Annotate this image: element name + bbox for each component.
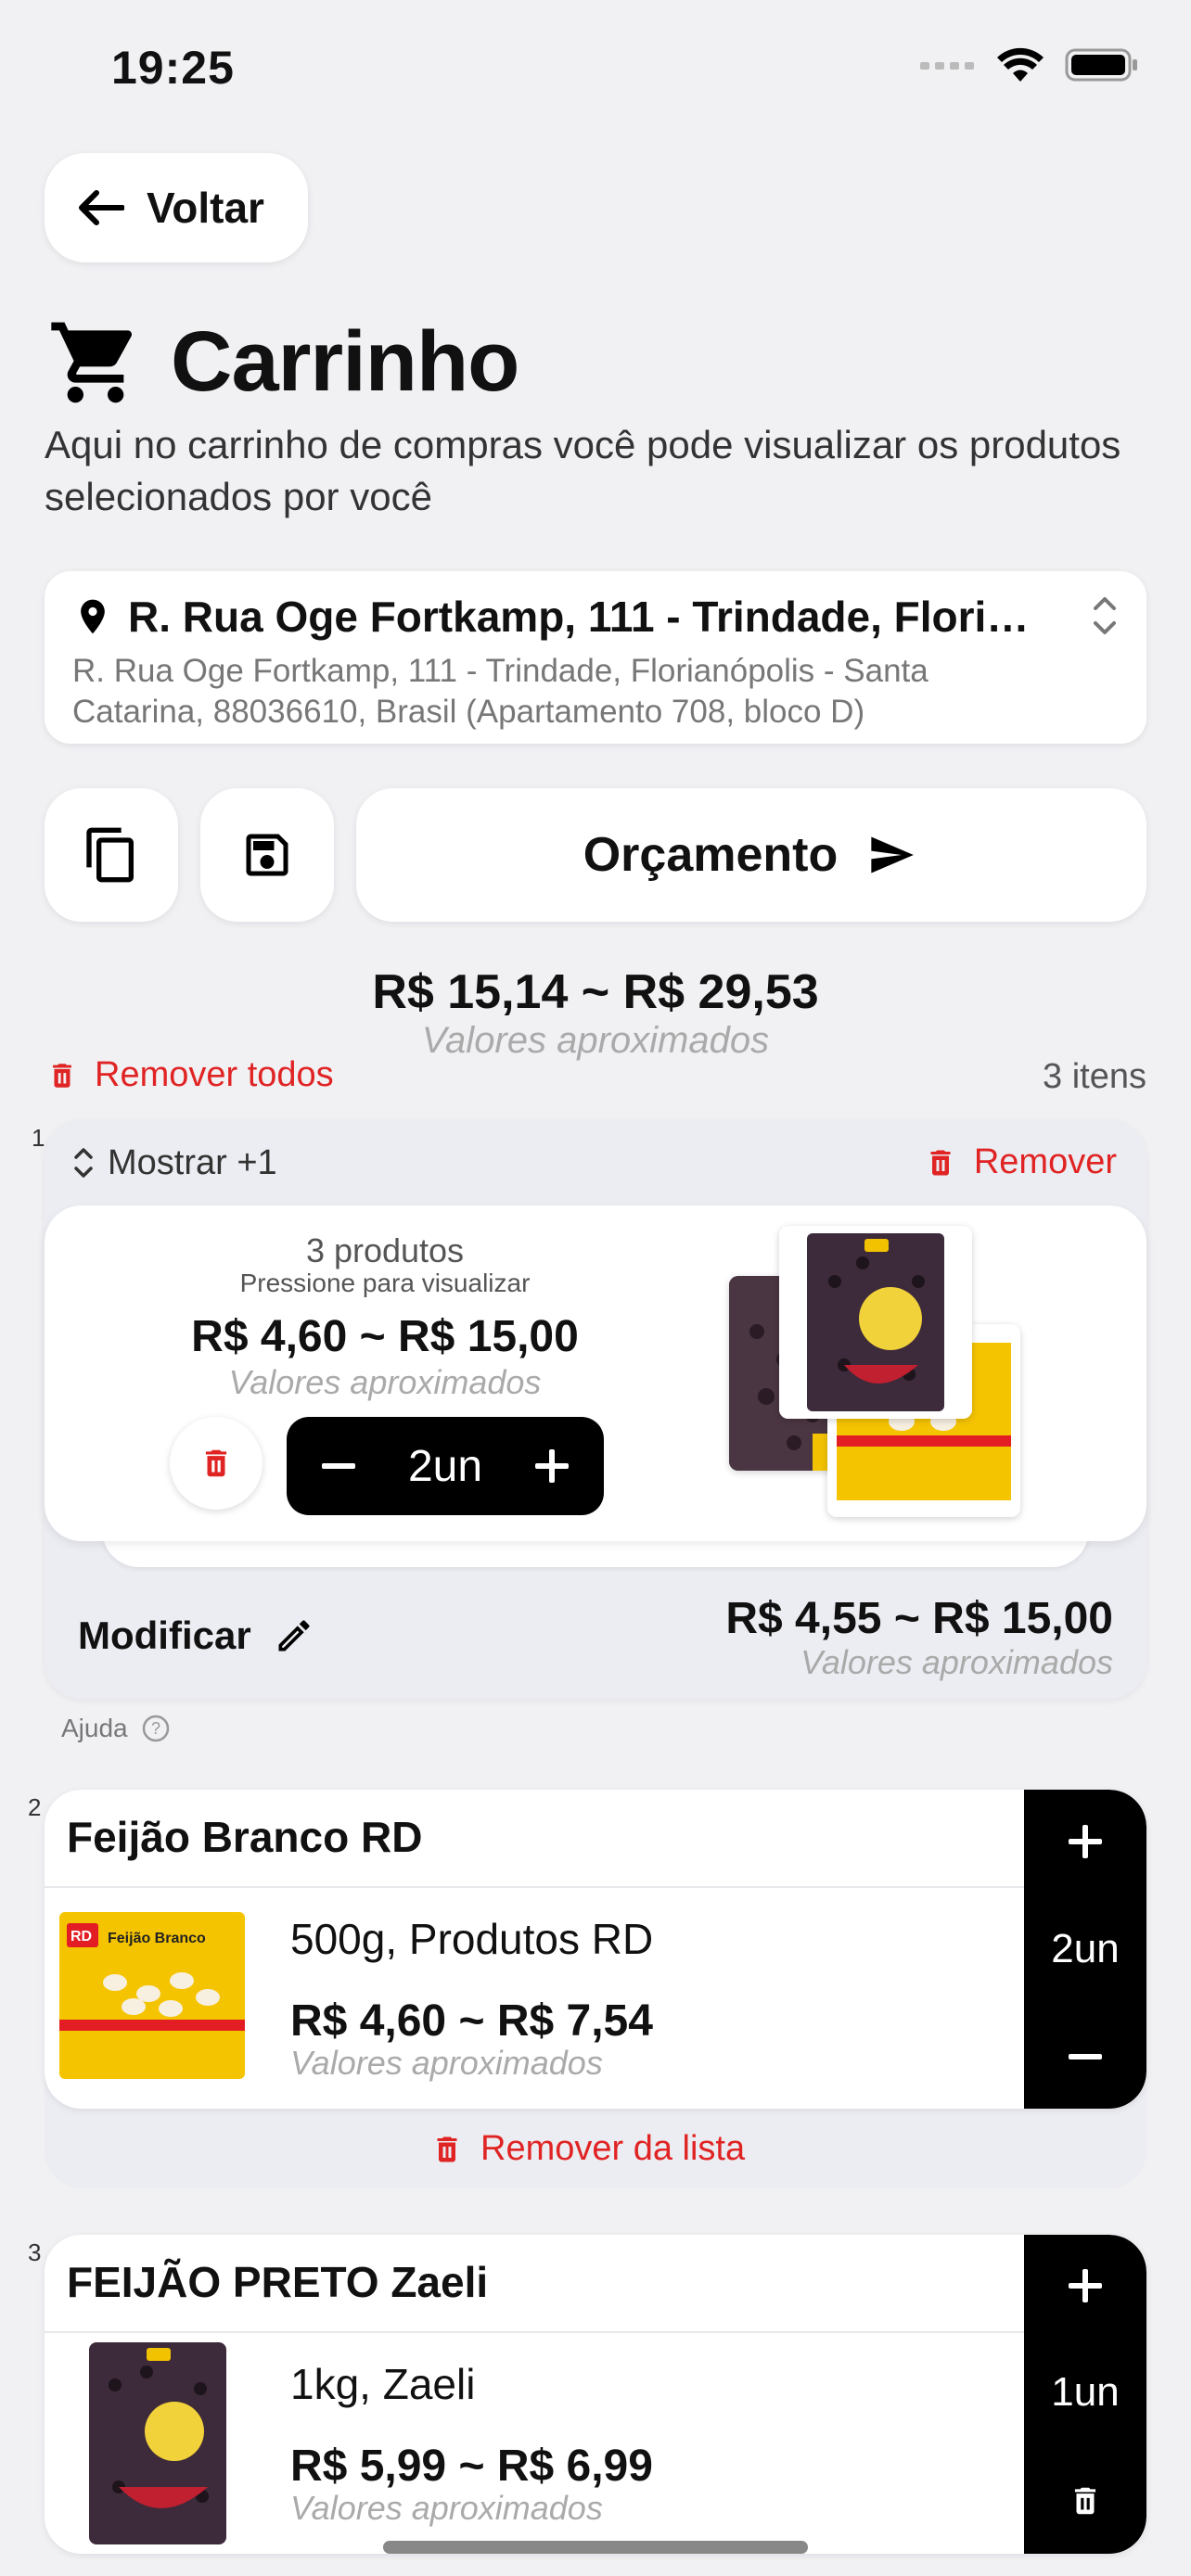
plus-icon[interactable] bbox=[533, 1447, 570, 1485]
product-card[interactable]: Feijão Branco RD RD Feijão Branco 500g, … bbox=[45, 1790, 1146, 2109]
item-index: 3 bbox=[28, 2238, 42, 2266]
trash-icon bbox=[930, 1150, 951, 1175]
modify-label: Modificar bbox=[78, 1613, 251, 1657]
remove-group-button[interactable]: Remover bbox=[924, 1142, 1117, 1182]
group-price-note: Valores aproximados bbox=[228, 1363, 542, 1401]
product-quantity: 2un bbox=[1051, 1925, 1120, 1971]
remove-group-label: Remover bbox=[973, 1142, 1117, 1181]
minus-icon[interactable] bbox=[1067, 2038, 1104, 2075]
group-total-price: R$ 4,55 ~ R$ 15,00 bbox=[725, 1594, 1113, 1643]
wifi-icon bbox=[997, 47, 1044, 82]
product-image: RD Feijão Branco bbox=[59, 1908, 245, 2085]
product-name: Feijão Branco RD bbox=[67, 1813, 423, 1861]
trash-icon bbox=[53, 1063, 71, 1088]
send-icon bbox=[871, 836, 915, 874]
product-quantity: 1un bbox=[1051, 2369, 1120, 2415]
back-arrow-icon bbox=[79, 190, 124, 225]
help-link[interactable]: Ajuda ? bbox=[61, 1714, 171, 1743]
copy-icon bbox=[86, 827, 134, 883]
total-price-range: R$ 15,14 ~ R$ 29,53 bbox=[372, 965, 819, 1019]
group-products-count: 3 produtos bbox=[305, 1231, 465, 1269]
group-delete-button[interactable] bbox=[170, 1417, 263, 1510]
group-price-range: R$ 4,60 ~ R$ 15,00 bbox=[191, 1312, 579, 1361]
product-name: FEIJÃO PRETO Zaeli bbox=[67, 2258, 489, 2306]
remove-all-label: Remover todos bbox=[95, 1055, 334, 1094]
copy-button[interactable] bbox=[45, 788, 178, 922]
cart-icon bbox=[51, 322, 133, 402]
product-price-note: Valores aproximados bbox=[290, 2489, 603, 2527]
product-card[interactable]: FEIJÃO PRETO Zaeli 1kg, Zaeli R$ 5,99 ~ … bbox=[45, 2235, 1146, 2554]
location-pin-icon bbox=[81, 599, 105, 634]
save-button[interactable] bbox=[200, 788, 334, 922]
address-title: R. Rua Oge Fortkamp, 111 - Trindade, Flo… bbox=[128, 593, 1046, 641]
product-details: 500g, Produtos RD bbox=[290, 1915, 654, 1963]
remove-all-button[interactable]: Remover todos bbox=[46, 1055, 334, 1095]
product-thumb-feijao-preto-front bbox=[779, 1226, 972, 1419]
page-title-row: Carrinho bbox=[45, 313, 519, 411]
budget-button[interactable]: Orçamento bbox=[356, 788, 1146, 922]
show-more-button[interactable]: Mostrar +1 bbox=[72, 1142, 277, 1183]
remove-from-list-button[interactable]: Remover da lista bbox=[430, 2129, 745, 2169]
remove-from-list-label: Remover da lista bbox=[480, 2129, 746, 2168]
plus-icon[interactable] bbox=[1067, 1823, 1104, 1860]
status-icons bbox=[920, 46, 1139, 83]
signal-icon bbox=[920, 62, 974, 70]
package-brand: RD bbox=[70, 1929, 93, 1945]
trash-icon bbox=[205, 1449, 227, 1477]
help-label: Ajuda bbox=[61, 1714, 128, 1742]
plus-icon[interactable] bbox=[1067, 2267, 1104, 2304]
page-title: Carrinho bbox=[171, 314, 519, 409]
pencil-icon bbox=[278, 1620, 310, 1651]
trash-icon[interactable] bbox=[1068, 2480, 1103, 2521]
page-subtitle: Aqui no carrinho de compras você pode vi… bbox=[45, 423, 1121, 518]
modify-button[interactable]: Modificar bbox=[78, 1613, 314, 1658]
items-count: 3 itens bbox=[1043, 1057, 1146, 1096]
status-time: 19:25 bbox=[111, 42, 235, 94]
product-price-range: R$ 5,99 ~ R$ 6,99 bbox=[290, 2442, 653, 2491]
svg-text:?: ? bbox=[151, 1719, 160, 1738]
back-label: Voltar bbox=[147, 184, 264, 232]
group-total-note: Valores aproximados bbox=[800, 1643, 1113, 1681]
product-image bbox=[82, 2339, 234, 2548]
package-label: Feijão Branco bbox=[108, 1931, 206, 1946]
home-indicator bbox=[383, 2541, 808, 2554]
item-index: 2 bbox=[28, 1793, 42, 1821]
address-selector[interactable]: R. Rua Oge Fortkamp, 111 - Trindade, Flo… bbox=[45, 571, 1146, 744]
product-quantity-stepper: 2un bbox=[1024, 1790, 1146, 2109]
chevron-updown-icon bbox=[1094, 597, 1116, 634]
product-price-range: R$ 4,60 ~ R$ 7,54 bbox=[290, 1996, 653, 2046]
group-quantity: 2un bbox=[407, 1441, 483, 1491]
back-button[interactable]: Voltar bbox=[45, 153, 308, 262]
item-index: 1 bbox=[32, 1124, 45, 1152]
show-more-label: Mostrar +1 bbox=[108, 1142, 277, 1182]
battery-icon bbox=[1065, 48, 1137, 82]
chevron-updown-icon bbox=[74, 1148, 93, 1178]
trash-icon bbox=[437, 2136, 457, 2162]
group-quantity-stepper: 2un bbox=[287, 1417, 604, 1515]
help-icon: ? bbox=[142, 1715, 169, 1742]
budget-label: Orçamento bbox=[583, 828, 839, 882]
save-icon bbox=[246, 834, 288, 876]
product-quantity-stepper: 1un bbox=[1024, 2235, 1146, 2554]
group-hint: Pressione para visualizar bbox=[239, 1269, 531, 1297]
product-details: 1kg, Zaeli bbox=[290, 2360, 476, 2408]
product-price-note: Valores aproximados bbox=[290, 2044, 603, 2082]
address-detail: R. Rua Oge Fortkamp, 111 - Trindade, Flo… bbox=[72, 653, 928, 730]
minus-icon[interactable] bbox=[320, 1447, 357, 1485]
